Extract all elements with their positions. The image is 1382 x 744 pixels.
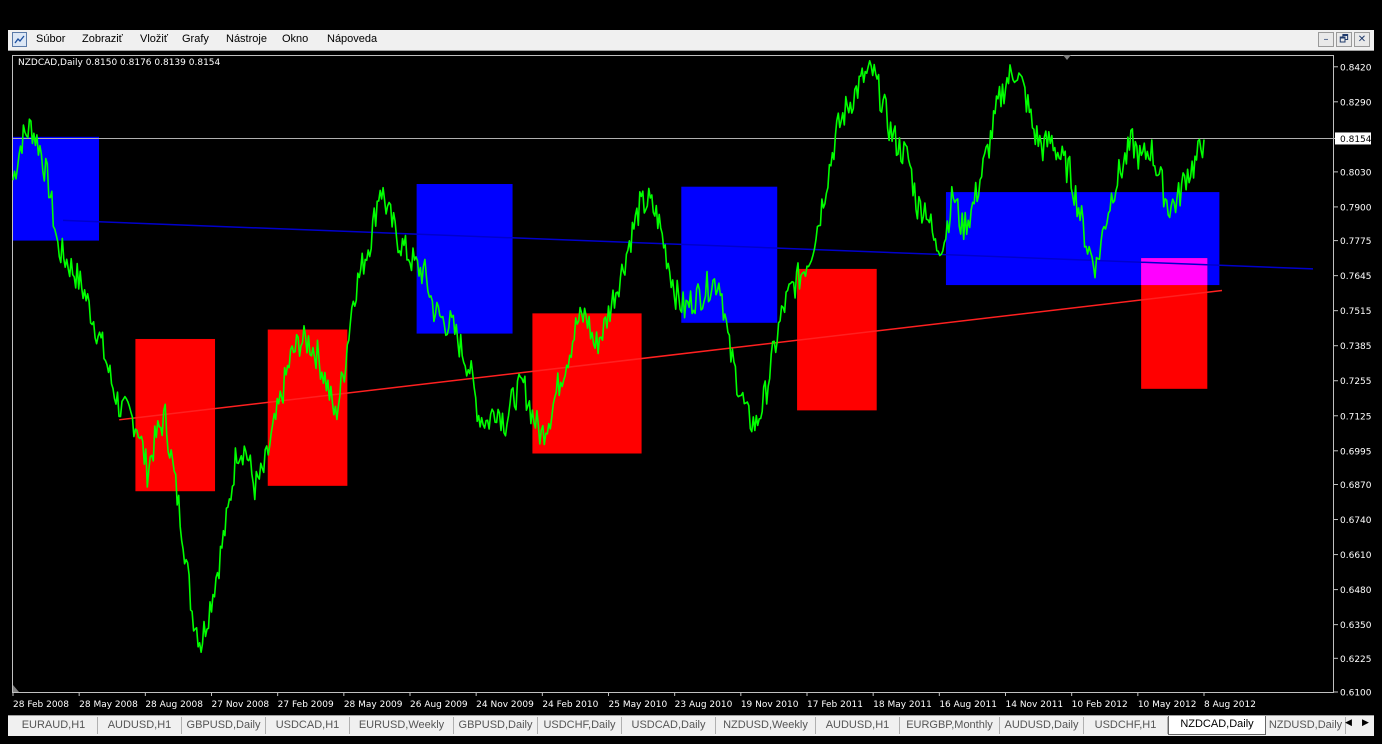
chart-tab[interactable]: NZDCAD,Daily bbox=[1168, 716, 1266, 735]
window-frame-top bbox=[0, 0, 1382, 30]
date-tick-label: 23 Aug 2010 bbox=[675, 700, 733, 710]
chart-window-icon[interactable] bbox=[12, 32, 27, 47]
date-tick-label: 27 Nov 2008 bbox=[212, 700, 270, 710]
tab-scroll-left-icon[interactable]: ◀ bbox=[1345, 718, 1352, 728]
date-tick-label: 17 Feb 2011 bbox=[807, 700, 863, 710]
date-tick-label: 27 Feb 2009 bbox=[278, 700, 334, 710]
menu-bar: Súbor Zobraziť Vložiť Grafy Nástroje Okn… bbox=[8, 30, 1374, 51]
price-tick-label: 0.6350 bbox=[1340, 621, 1372, 631]
chart-tab[interactable]: EURAUD,H1 bbox=[10, 717, 98, 734]
supply-zone bbox=[13, 136, 100, 241]
price-tick-label: 0.6100 bbox=[1340, 689, 1372, 699]
chart-tab[interactable]: USDCAD,Daily bbox=[622, 717, 716, 734]
price-tick-label: 0.8420 bbox=[1340, 63, 1372, 73]
chart-tab[interactable]: USDCAD,H1 bbox=[266, 717, 350, 734]
date-tick-label: 16 Aug 2011 bbox=[939, 700, 997, 710]
menu-nastroje[interactable]: Nástroje bbox=[226, 33, 267, 45]
chart-tab[interactable]: NZDUSD,Daily bbox=[1266, 717, 1346, 734]
price-tick-label: 0.6610 bbox=[1340, 551, 1372, 561]
menu-zobrazit[interactable]: Zobraziť bbox=[82, 33, 123, 45]
chart-tab[interactable]: NZDUSD,Weekly bbox=[716, 717, 816, 734]
close-icon: ✕ bbox=[1357, 34, 1367, 45]
date-tick-label: 8 Aug 2012 bbox=[1204, 700, 1256, 710]
restore-button[interactable]: 🗗 bbox=[1336, 32, 1352, 47]
date-tick-label: 25 May 2010 bbox=[609, 700, 668, 710]
menu-napoveda[interactable]: Nápoveda bbox=[327, 33, 377, 45]
price-tick-label: 0.6740 bbox=[1340, 516, 1372, 526]
menu-okno[interactable]: Okno bbox=[282, 33, 308, 45]
date-tick-label: 19 Nov 2010 bbox=[741, 700, 799, 710]
date-tick-label: 28 May 2008 bbox=[79, 700, 138, 710]
date-tick-label: 24 Feb 2010 bbox=[542, 700, 598, 710]
chart-tab[interactable]: USDCHF,H1 bbox=[1084, 717, 1168, 734]
price-tick-label: 0.7125 bbox=[1340, 412, 1372, 422]
price-chart[interactable]: 0.8420 0.8290 0.8154 0.8030 0.7900 0.7775 0.76… bbox=[8, 51, 1374, 715]
chart-tab[interactable]: GBPUSD,Daily bbox=[454, 717, 538, 734]
price-tick-label: 0.7385 bbox=[1340, 342, 1372, 352]
chart-area[interactable]: 0.8420 0.8290 0.8154 0.8030 0.7900 0.7775 0.76… bbox=[8, 51, 1374, 715]
current-price-label: 0.8154 bbox=[1340, 135, 1372, 145]
menu-subor[interactable]: Súbor bbox=[36, 33, 65, 45]
date-tick-label: 10 Feb 2012 bbox=[1072, 700, 1128, 710]
date-tick-label: 18 May 2011 bbox=[873, 700, 932, 710]
chart-tab[interactable]: EURUSD,Weekly bbox=[350, 717, 454, 734]
price-tick-label: 0.7645 bbox=[1340, 272, 1372, 282]
date-tick-label: 28 Aug 2008 bbox=[145, 700, 203, 710]
chart-tab[interactable]: AUDUSD,H1 bbox=[816, 717, 900, 734]
chart-tab[interactable]: AUDUSD,Daily bbox=[1000, 717, 1084, 734]
date-tick-label: 28 Feb 2008 bbox=[13, 700, 69, 710]
chart-tab[interactable]: USDCHF,Daily bbox=[538, 717, 622, 734]
price-tick-label: 0.8290 bbox=[1340, 98, 1372, 108]
close-button[interactable]: ✕ bbox=[1354, 32, 1370, 47]
minimize-icon: – bbox=[1323, 34, 1329, 45]
date-tick-label: 26 Aug 2009 bbox=[410, 700, 468, 710]
date-tick-label: 24 Nov 2009 bbox=[476, 700, 534, 710]
price-tick-label: 0.7515 bbox=[1340, 307, 1372, 317]
menu-grafy[interactable]: Grafy bbox=[182, 33, 209, 45]
tab-scroll-right-icon[interactable]: ▶ bbox=[1362, 718, 1369, 728]
menu-vlozit[interactable]: Vložiť bbox=[140, 33, 168, 45]
chart-tab[interactable]: EURGBP,Monthly bbox=[900, 717, 1000, 734]
price-tick-label: 0.6995 bbox=[1340, 447, 1372, 457]
chart-tab-bar: EURAUD,H1 AUDUSD,H1 GBPUSD,Daily USDCAD,H1 E… bbox=[8, 715, 1374, 736]
price-tick-label: 0.6480 bbox=[1340, 586, 1372, 596]
date-tick-label: 14 Nov 2011 bbox=[1006, 700, 1064, 710]
demand-zone bbox=[532, 313, 642, 454]
price-tick-label: 0.7255 bbox=[1340, 377, 1372, 387]
restore-icon: 🗗 bbox=[1339, 34, 1349, 45]
window-frame-bottom bbox=[0, 736, 1382, 744]
price-tick-label: 0.6870 bbox=[1340, 481, 1372, 491]
chart-tab[interactable]: AUDUSD,H1 bbox=[98, 717, 182, 734]
price-tick-label: 0.7900 bbox=[1340, 203, 1372, 213]
supply-zone bbox=[416, 184, 513, 334]
price-tick-label: 0.7775 bbox=[1340, 237, 1372, 247]
chart-tab[interactable]: GBPUSD,Daily bbox=[182, 717, 266, 734]
price-tick-label: 0.6225 bbox=[1340, 655, 1372, 665]
date-tick-label: 10 May 2012 bbox=[1138, 700, 1197, 710]
date-tick-label: 28 May 2009 bbox=[344, 700, 403, 710]
symbol-header: NZDCAD,Daily 0.8150 0.8176 0.8139 0.8154 bbox=[18, 58, 221, 68]
minimize-button[interactable]: – bbox=[1318, 32, 1334, 47]
price-tick-label: 0.8030 bbox=[1340, 168, 1372, 178]
